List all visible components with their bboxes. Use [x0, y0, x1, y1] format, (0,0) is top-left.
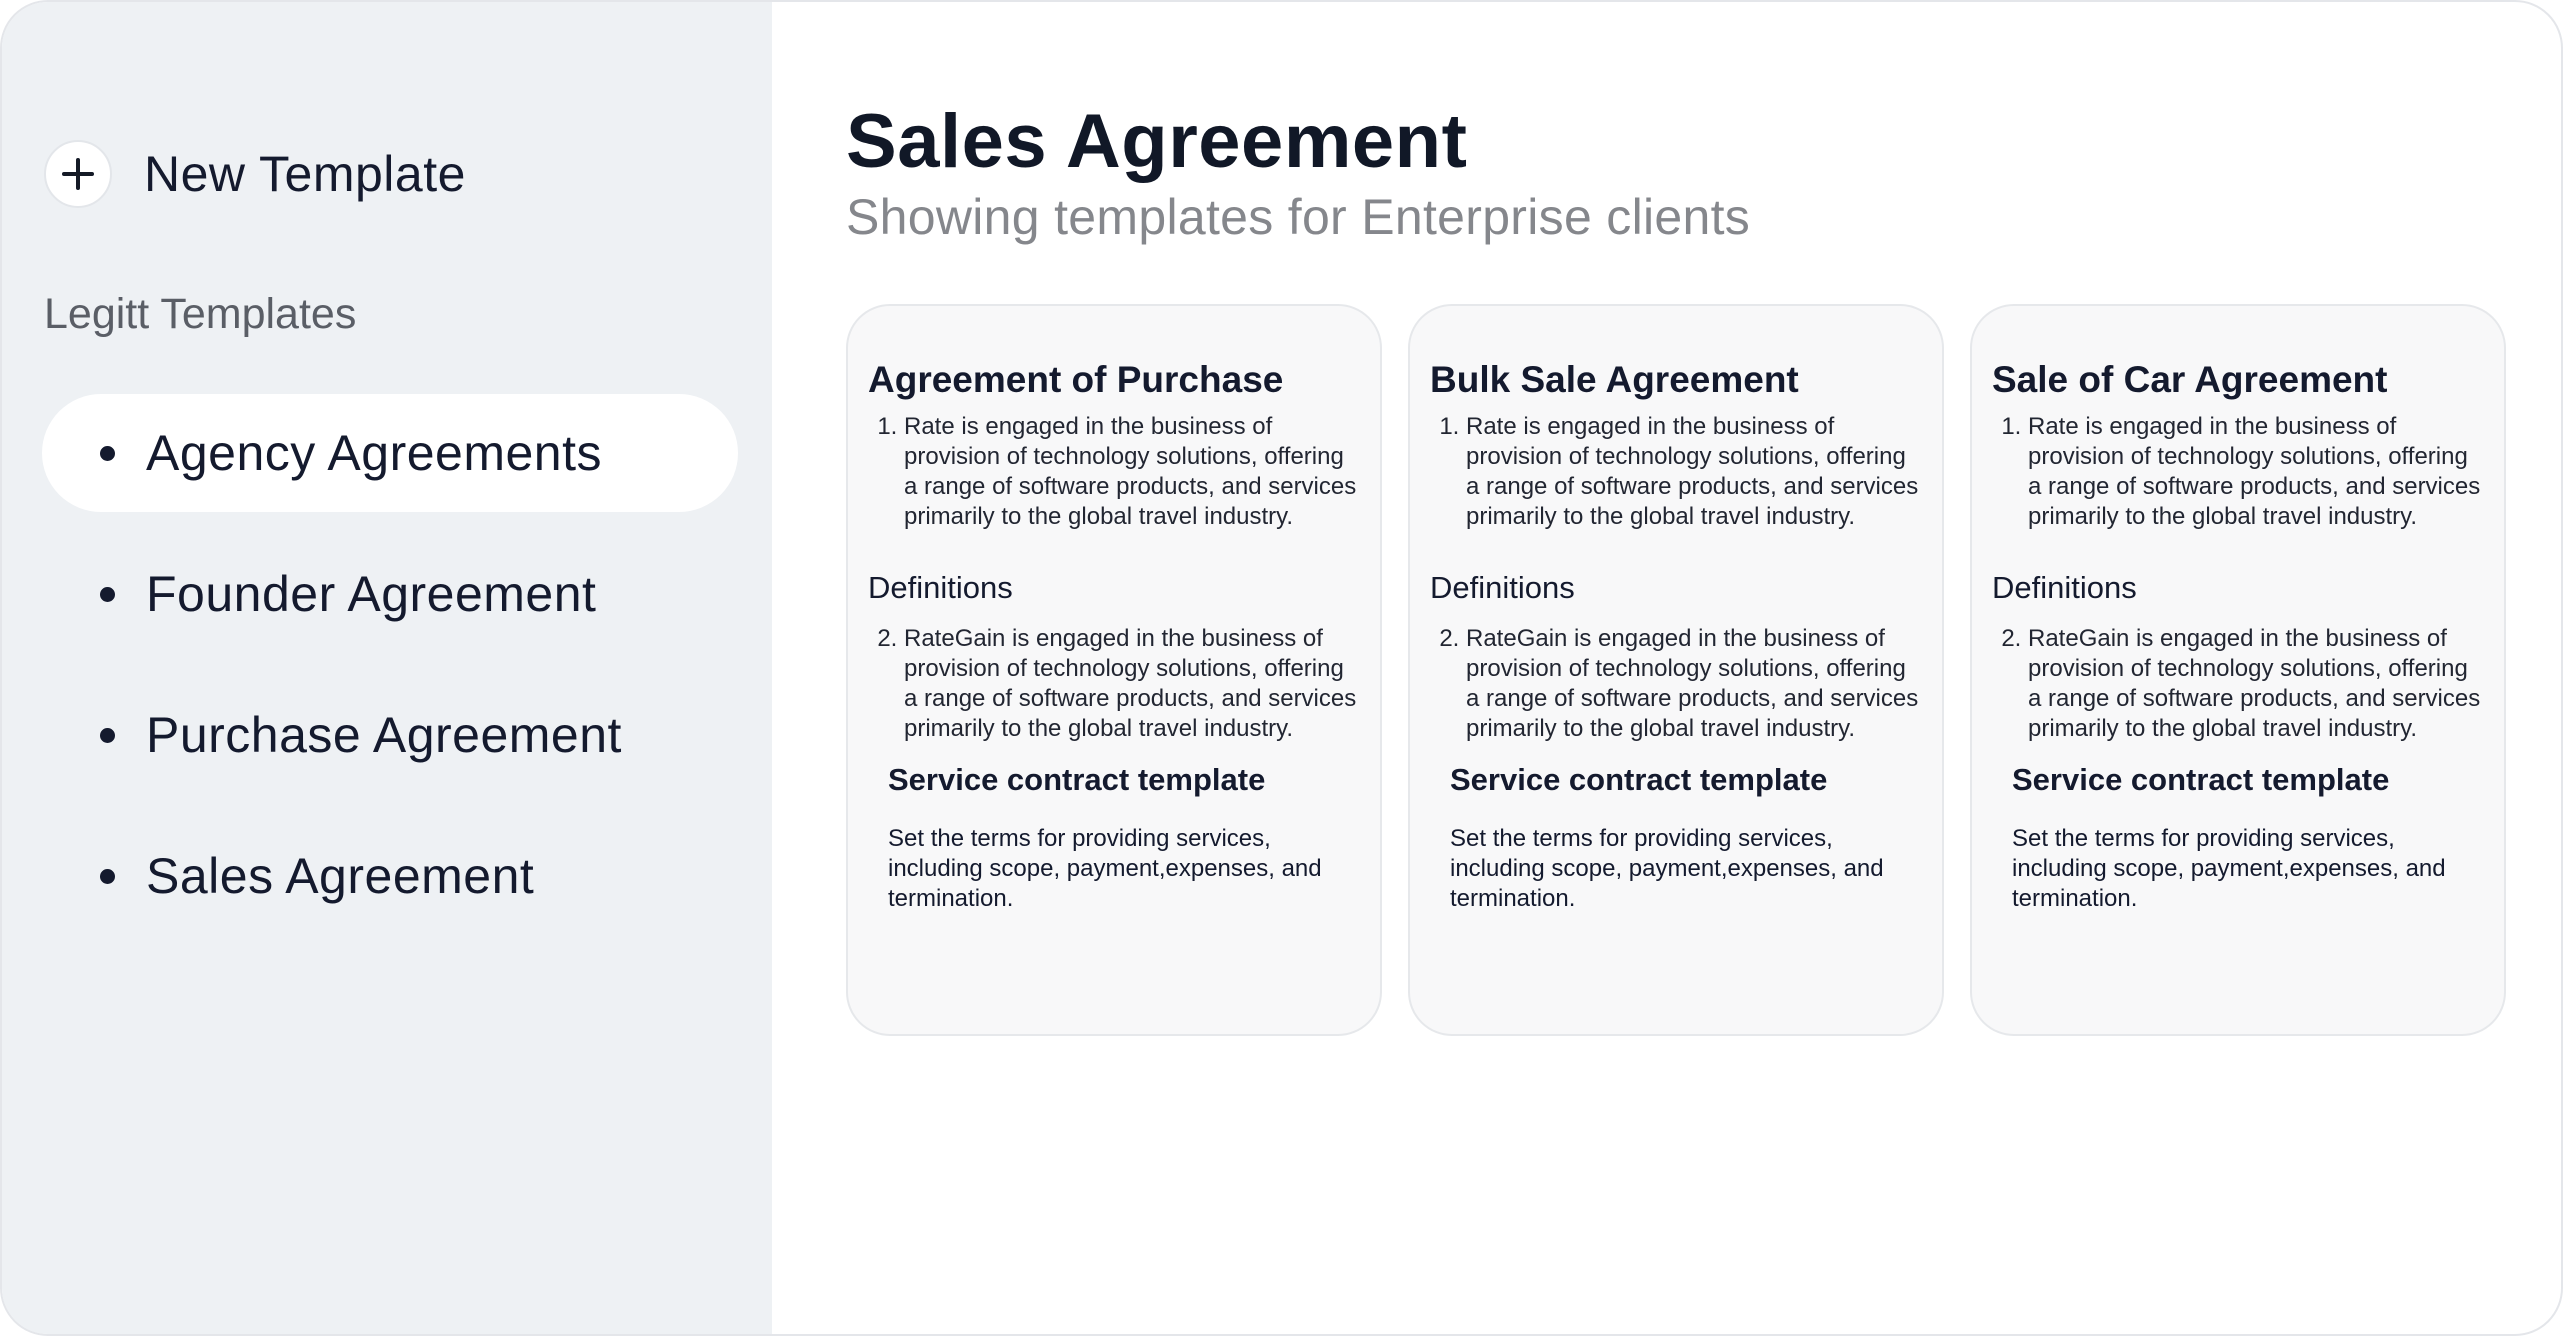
new-template-label: New Template: [144, 146, 466, 202]
service-title: Service contract template: [1450, 762, 1828, 798]
clause-list: RateGain is engaged in the business of p…: [1992, 624, 2484, 744]
clause-item: Rate is engaged in the business of provi…: [2028, 412, 2484, 532]
card-title: Bulk Sale Agreement: [1430, 359, 1799, 400]
clause-list: Rate is engaged in the business of provi…: [868, 412, 1360, 532]
clause-item: RateGain is engaged in the business of p…: [2028, 624, 2484, 744]
service-description: Set the terms for providing services, in…: [1450, 825, 1884, 913]
bullet-icon: [100, 587, 115, 602]
service-title: Service contract template: [888, 762, 1266, 798]
sidebar-item-sales-agreement[interactable]: Sales Agreement: [42, 817, 738, 935]
clause-item: Rate is engaged in the business of provi…: [904, 412, 1360, 532]
service-description: Set the terms for providing services, in…: [2012, 825, 2446, 913]
clause-item: RateGain is engaged in the business of p…: [904, 624, 1360, 744]
clause-list: RateGain is engaged in the business of p…: [1430, 624, 1922, 744]
template-card[interactable]: Bulk Sale Agreement Rate is engaged in t…: [1408, 304, 1944, 1036]
sidebar-item-purchase-agreement[interactable]: Purchase Agreement: [42, 676, 738, 794]
clause-item: Rate is engaged in the business of provi…: [1466, 412, 1922, 532]
card-title: Sale of Car Agreement: [1992, 359, 2388, 400]
clause-list: Rate is engaged in the business of provi…: [1992, 412, 2484, 532]
bullet-icon: [100, 728, 115, 743]
bullet-icon: [100, 869, 115, 884]
definitions-heading: Definitions: [868, 570, 1013, 606]
template-card[interactable]: Sale of Car Agreement Rate is engaged in…: [1970, 304, 2506, 1036]
main-content: Sales Agreement Showing templates for En…: [772, 2, 2561, 1334]
sidebar-item-label: Founder Agreement: [146, 566, 597, 622]
sidebar-item-label: Purchase Agreement: [146, 707, 622, 763]
definitions-heading: Definitions: [1992, 570, 2137, 606]
template-category-list: Agency Agreements Founder Agreement Purc…: [42, 394, 738, 958]
clause-item: RateGain is engaged in the business of p…: [1466, 624, 1922, 744]
page-title: Sales Agreement: [846, 99, 1468, 184]
page-subtitle: Showing templates for Enterprise clients: [846, 189, 1751, 245]
service-title: Service contract template: [2012, 762, 2390, 798]
template-card[interactable]: Agreement of Purchase Rate is engaged in…: [846, 304, 1382, 1036]
sidebar-item-founder-agreement[interactable]: Founder Agreement: [42, 535, 738, 653]
clause-list: RateGain is engaged in the business of p…: [868, 624, 1360, 744]
bullet-icon: [100, 446, 115, 461]
template-cards: Agreement of Purchase Rate is engaged in…: [846, 304, 2506, 1036]
sidebar-item-agency-agreements[interactable]: Agency Agreements: [42, 394, 738, 512]
definitions-heading: Definitions: [1430, 570, 1575, 606]
plus-icon[interactable]: [44, 140, 112, 208]
sidebar: New Template Legitt Templates Agency Agr…: [2, 2, 772, 1334]
section-label: Legitt Templates: [44, 290, 357, 338]
sidebar-item-label: Agency Agreements: [146, 425, 602, 481]
app-window: New Template Legitt Templates Agency Agr…: [0, 0, 2563, 1336]
new-template-button[interactable]: New Template: [44, 140, 466, 208]
sidebar-item-label: Sales Agreement: [146, 848, 535, 904]
clause-list: Rate is engaged in the business of provi…: [1430, 412, 1922, 532]
service-description: Set the terms for providing services, in…: [888, 825, 1322, 913]
card-title: Agreement of Purchase: [868, 359, 1284, 400]
